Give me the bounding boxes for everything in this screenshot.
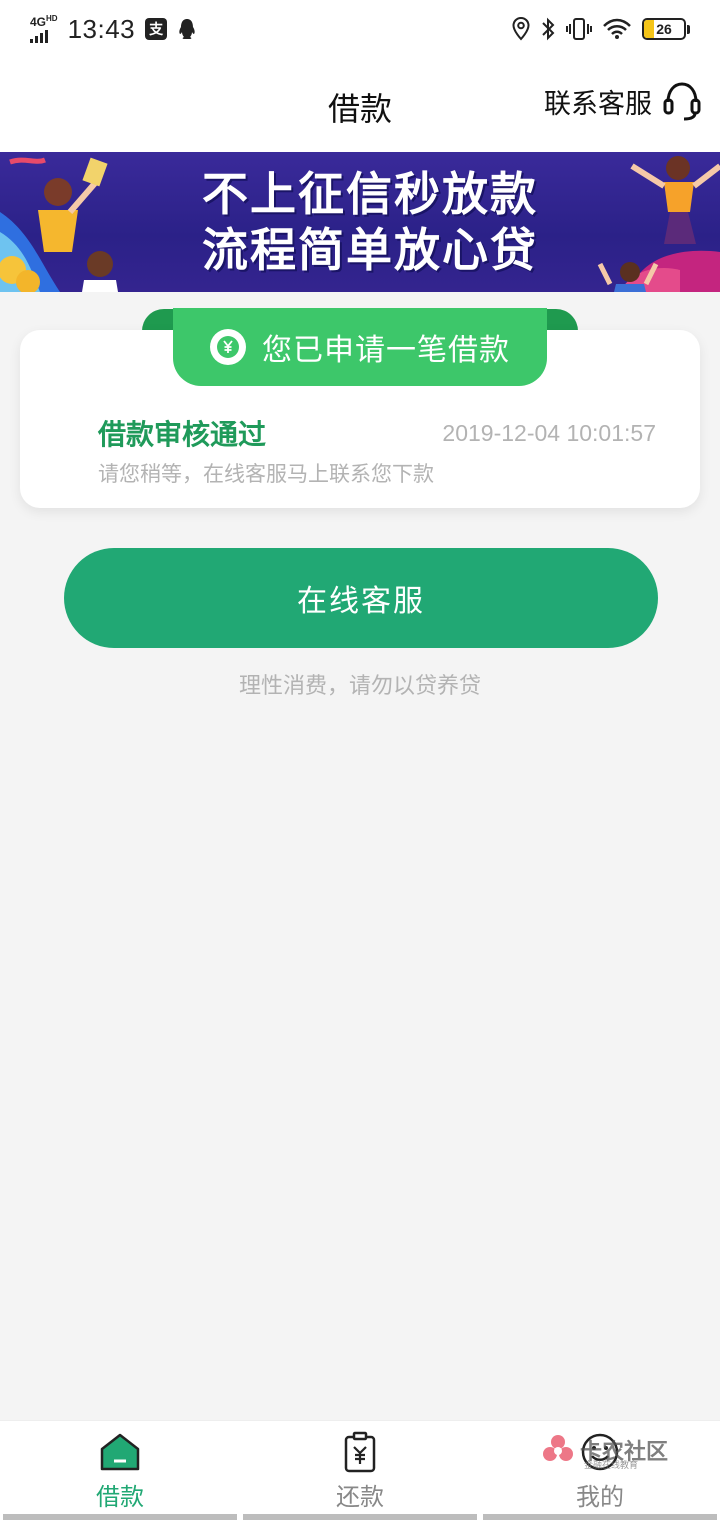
loan-applied-badge: 您已申请一笔借款 — [173, 308, 547, 386]
banner-right-illustration — [597, 156, 720, 292]
watermark-flower-icon — [543, 1435, 573, 1461]
tab-repay-underline — [243, 1514, 477, 1520]
tab-repay[interactable]: 还款 — [240, 1421, 480, 1520]
online-service-button[interactable]: 在线客服 — [64, 548, 658, 648]
bluetooth-icon — [542, 17, 555, 41]
loan-status-description: 请您稍等，在线客服马上联系您下款 — [98, 462, 434, 486]
contact-support-button[interactable]: 联系客服 — [544, 80, 702, 122]
network-label: 4G — [30, 15, 47, 29]
tab-loan[interactable]: 借款 — [0, 1421, 240, 1520]
nav-header: 借款 联系客服 — [0, 58, 720, 152]
status-left: 4GHD 13:43 支 — [30, 14, 197, 45]
banner-line-1: 不上征信秒放款 — [202, 167, 538, 221]
battery-level: 26 — [656, 21, 672, 37]
network-hd-label: HD — [46, 14, 58, 23]
alipay-icon: 支 — [145, 18, 168, 40]
status-bar: 4GHD 13:43 支 26 — [0, 0, 720, 58]
banner-left-illustration — [0, 157, 118, 292]
wifi-icon — [603, 18, 631, 39]
tab-repay-label: 还款 — [336, 1483, 384, 1511]
banner-line-2: 流程简单放心贷 — [202, 223, 538, 277]
qq-icon — [179, 19, 195, 39]
headset-icon — [663, 82, 701, 121]
status-right: 26 — [512, 17, 690, 41]
location-icon — [512, 17, 530, 41]
tab-mine-underline — [483, 1514, 717, 1520]
banner-headline: 不上征信秒放款 流程简单放心贷 — [190, 166, 550, 278]
watermark-logo: 卡农社区 金融在线教育 — [540, 1430, 670, 1471]
loan-applied-text: 您已申请一笔借款 — [262, 333, 510, 368]
contact-support-label: 联系客服 — [544, 88, 652, 120]
network-indicator: 4GHD — [30, 15, 58, 43]
loan-status-timestamp: 2019-12-04 10:01:57 — [442, 420, 656, 446]
tab-mine-label: 我的 — [576, 1483, 624, 1511]
watermark-subtext: 金融在线教育 — [584, 1461, 639, 1471]
tab-loan-label: 借款 — [96, 1483, 144, 1511]
vibrate-icon — [566, 18, 592, 40]
yuan-coin-icon — [210, 329, 246, 365]
battery-icon: 26 — [642, 18, 690, 40]
promo-banner[interactable]: 不上征信秒放款 流程简单放心贷 — [0, 152, 720, 292]
loan-status-title: 借款审核通过 — [98, 418, 267, 451]
responsible-borrowing-tip: 理性消费，请勿以贷养贷 — [238, 674, 481, 699]
tab-loan-underline — [3, 1514, 237, 1520]
repay-icon — [344, 1431, 376, 1473]
home-icon — [100, 1433, 140, 1471]
clock: 13:43 — [67, 13, 136, 44]
battery-fill — [644, 20, 655, 38]
signal-icon — [30, 29, 48, 43]
